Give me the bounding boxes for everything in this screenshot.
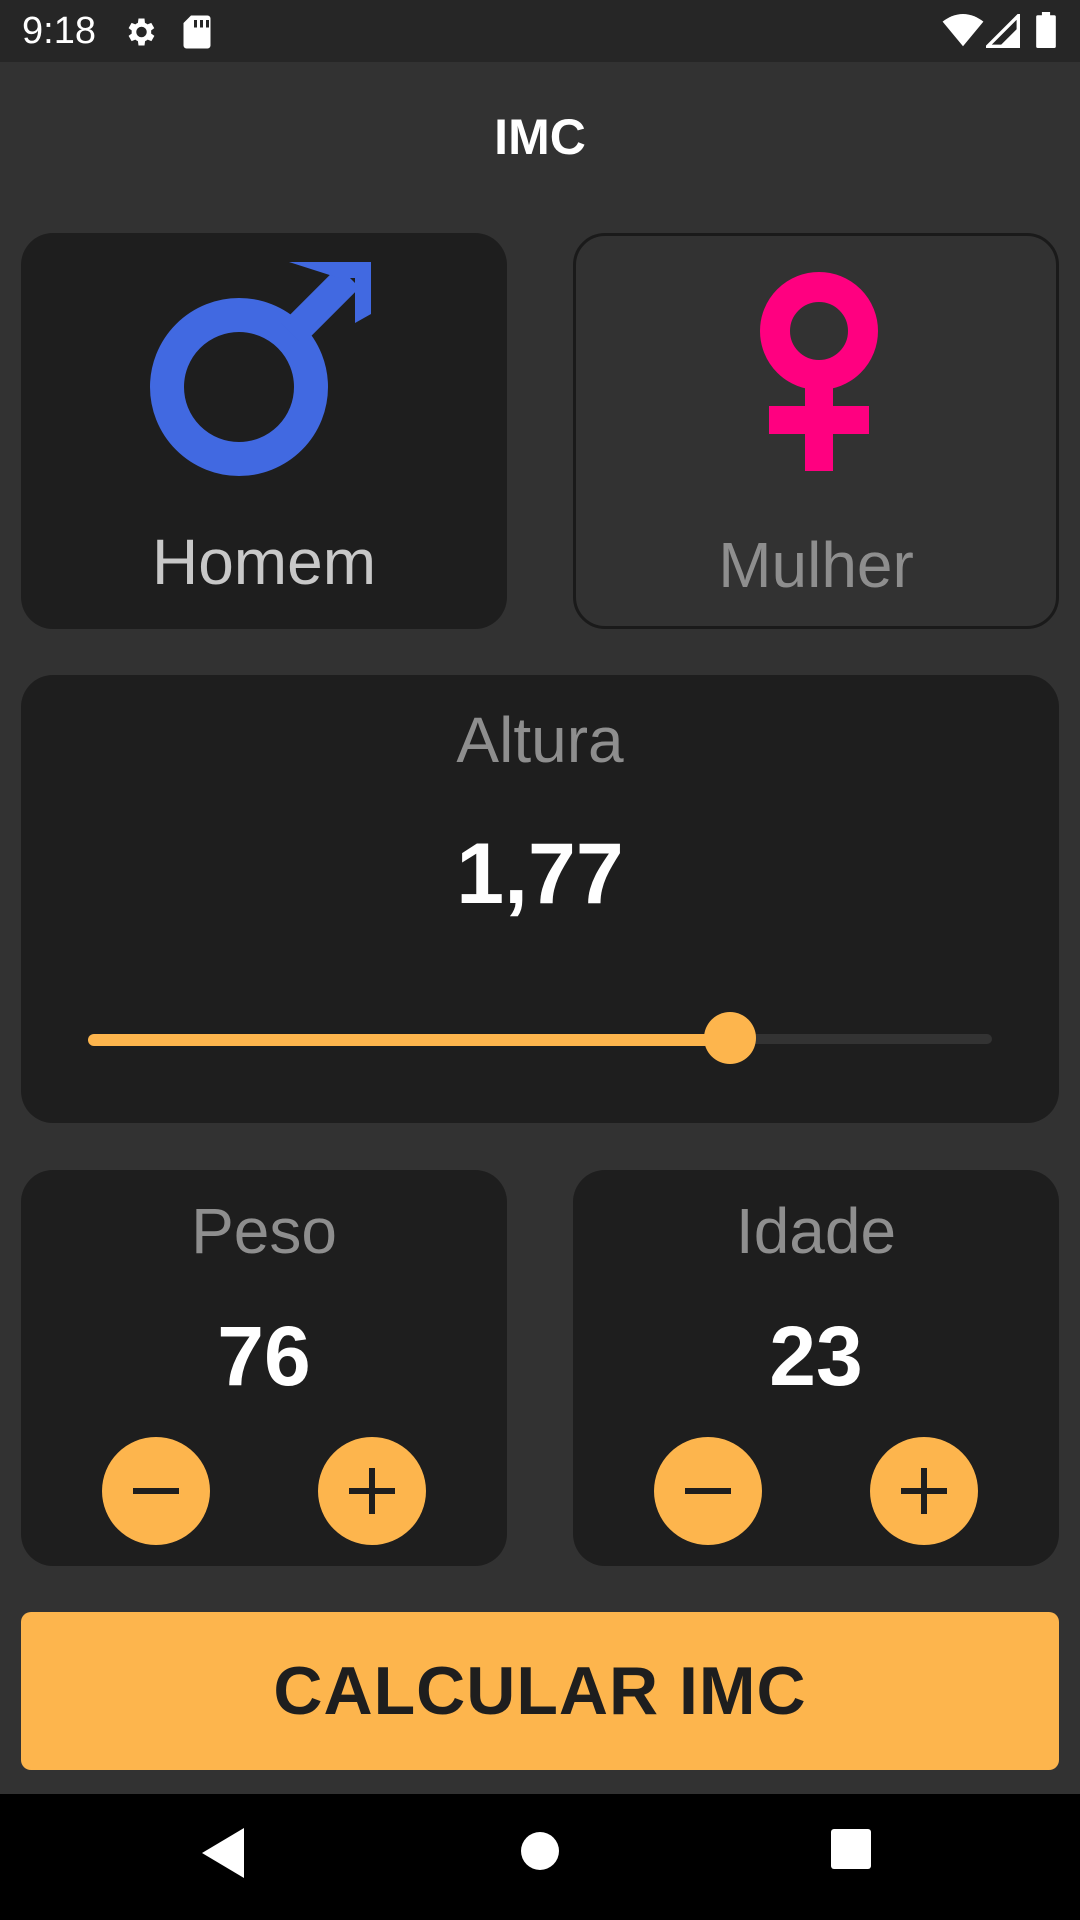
female-card[interactable]: Mulher xyxy=(573,233,1059,629)
height-value: 1,77 xyxy=(456,826,624,922)
weight-minus-button[interactable] xyxy=(102,1437,210,1545)
age-minus-button[interactable] xyxy=(654,1437,762,1545)
recents-icon[interactable] xyxy=(830,1828,872,1875)
male-card[interactable]: Homem xyxy=(21,233,507,629)
page-title: IMC xyxy=(494,109,586,165)
male-label: Homem xyxy=(151,526,377,598)
female-symbol-icon xyxy=(754,266,884,481)
slider-thumb[interactable] xyxy=(703,1012,756,1064)
weight-title: Peso xyxy=(191,1195,337,1267)
age-plus-button[interactable] xyxy=(870,1437,978,1545)
calculate-button[interactable]: CALCULAR IMC xyxy=(21,1612,1059,1770)
navigation-bar xyxy=(0,1794,1080,1920)
height-title: Altura xyxy=(456,704,624,776)
battery-icon xyxy=(1036,12,1056,53)
plus-icon xyxy=(901,1468,947,1514)
female-label: Mulher xyxy=(718,529,914,601)
signal-icon xyxy=(983,11,1020,53)
calculate-label: CALCULAR IMC xyxy=(273,1653,807,1729)
wifi-icon xyxy=(942,14,984,53)
settings-icon xyxy=(122,14,158,55)
plus-icon xyxy=(349,1468,395,1514)
weight-plus-button[interactable] xyxy=(318,1437,426,1545)
age-value: 23 xyxy=(769,1309,863,1403)
age-card: Idade 23 xyxy=(573,1170,1059,1566)
home-icon[interactable] xyxy=(519,1830,561,1877)
back-icon[interactable] xyxy=(196,1824,248,1887)
minus-icon xyxy=(133,1488,179,1494)
sd-card-icon xyxy=(182,14,212,55)
weight-card: Peso 76 xyxy=(21,1170,507,1566)
slider-fill xyxy=(88,1034,730,1046)
status-time: 9:18 xyxy=(22,10,96,52)
age-title: Idade xyxy=(735,1195,897,1267)
status-bar: 9:18 xyxy=(0,0,1080,62)
app-bar: IMC xyxy=(0,62,1080,212)
male-symbol-icon xyxy=(149,257,379,492)
weight-value: 76 xyxy=(217,1309,311,1403)
minus-icon xyxy=(685,1488,731,1494)
height-slider[interactable] xyxy=(88,1012,992,1064)
